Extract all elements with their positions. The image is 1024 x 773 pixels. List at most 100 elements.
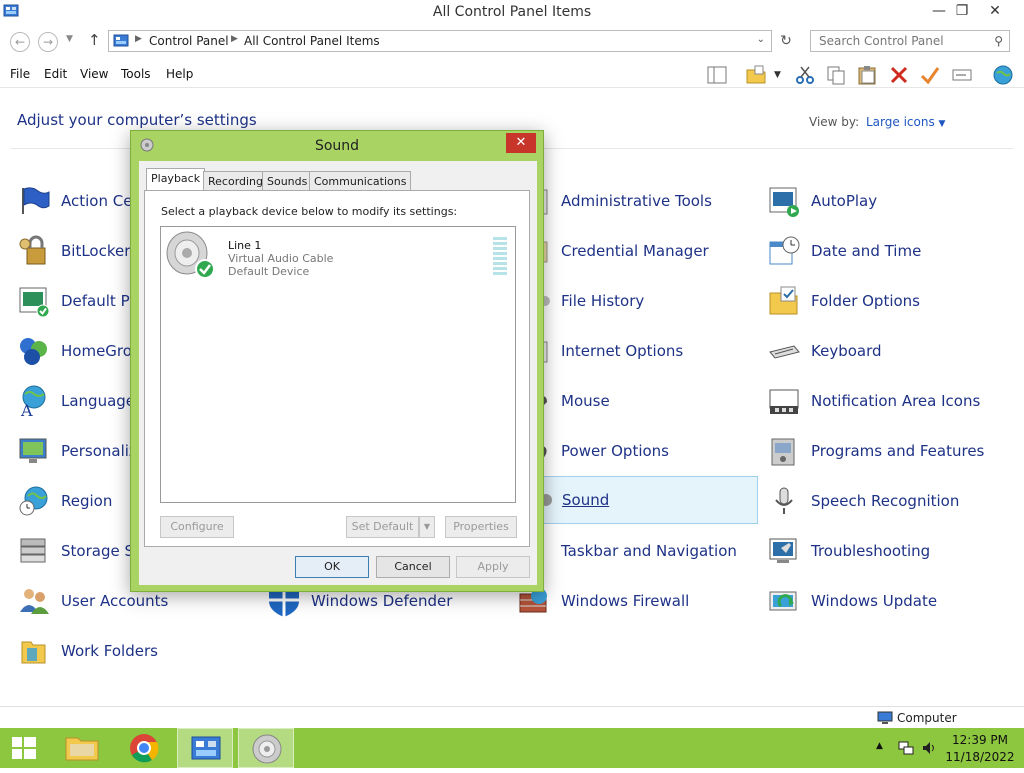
menu-help[interactable]: Help	[166, 67, 193, 81]
cp-item-label: Administrative Tools	[561, 192, 712, 210]
network-icon[interactable]	[898, 740, 914, 756]
properties-button[interactable]: Properties	[445, 516, 517, 538]
cp-item-date-time[interactable]: Date and Time	[767, 227, 1007, 275]
close-button[interactable]: ✕	[980, 0, 1010, 22]
cp-item-credential-manager[interactable]: Credential Manager	[517, 227, 757, 275]
cancel-button[interactable]: Cancel	[376, 556, 450, 578]
search-input[interactable]: Search Control Panel ⚲	[810, 30, 1010, 52]
microphone-icon	[775, 487, 793, 514]
cp-item-taskbar-navigation[interactable]: Taskbar and Navigation	[517, 527, 757, 575]
flag-icon	[22, 187, 50, 214]
cp-item-sound[interactable]: Sound	[517, 476, 758, 524]
cp-item-label: Credential Manager	[561, 242, 709, 260]
language-icon: A	[20, 385, 46, 418]
address-dropdown-icon[interactable]: ⌄	[757, 34, 765, 45]
cp-item-autoplay[interactable]: AutoPlay	[767, 177, 1007, 225]
rename-icon[interactable]	[951, 64, 973, 86]
refresh-button[interactable]: ↻	[775, 31, 797, 51]
cp-item-internet-options[interactable]: Internet Options	[517, 327, 757, 375]
tab-recording[interactable]: Recording	[203, 171, 269, 191]
cp-item-windows-update[interactable]: Windows Update	[767, 577, 1007, 625]
device-row[interactable]: Line 1 Virtual Audio Cable Default Devic…	[163, 229, 513, 281]
speaker-icon	[252, 734, 282, 764]
set-default-button[interactable]: Set Default	[346, 516, 419, 538]
dialog-title: Sound	[314, 138, 360, 154]
taskbar-control-panel[interactable]	[177, 728, 233, 768]
paste-icon[interactable]	[856, 64, 878, 86]
menu-tools[interactable]: Tools	[121, 67, 151, 81]
cp-item-administrative-tools[interactable]: Administrative Tools	[517, 177, 757, 225]
dropdown-chevron-icon[interactable]: ▼	[774, 70, 796, 92]
dialog-close-button[interactable]: ✕	[506, 133, 536, 153]
chevron-down-icon: ▼	[938, 119, 946, 129]
cp-item-programs-features[interactable]: Programs and Features	[767, 427, 1007, 475]
taskbar-file-explorer[interactable]	[54, 728, 110, 768]
cp-item-notification-area-icons[interactable]: Notification Area Icons	[767, 377, 1007, 425]
cp-item-folder-options[interactable]: Folder Options	[767, 277, 1007, 325]
device-name: Line 1	[228, 239, 262, 252]
folder-options-icon[interactable]	[745, 64, 767, 86]
volume-icon[interactable]	[921, 740, 937, 756]
cp-item-keyboard[interactable]: Keyboard	[767, 327, 1007, 375]
cp-item-troubleshooting[interactable]: Troubleshooting	[767, 527, 1007, 575]
configure-button[interactable]: Configure	[160, 516, 234, 538]
device-list[interactable]: Line 1 Virtual Audio Cable Default Devic…	[160, 226, 516, 503]
set-default-dropdown-icon[interactable]: ▼	[419, 516, 435, 538]
chrome-icon	[130, 734, 159, 763]
cp-item-label: Power Options	[561, 442, 669, 460]
start-button[interactable]	[0, 728, 48, 768]
forward-button[interactable]: →	[38, 32, 58, 52]
view-by-value: Large icons	[866, 115, 935, 129]
title-bar: All Control Panel Items — ❐ ✕	[0, 0, 1024, 24]
menu-view[interactable]: View	[80, 67, 108, 81]
cp-item-mouse[interactable]: Mouse	[517, 377, 757, 425]
control-panel-icon	[113, 34, 129, 47]
region-globe-icon	[19, 486, 48, 516]
taskbar-chrome[interactable]	[116, 728, 172, 768]
breadcrumb-all-items[interactable]: All Control Panel Items	[244, 34, 380, 48]
volume-meter	[493, 237, 507, 275]
tab-sounds[interactable]: Sounds	[262, 171, 313, 191]
recent-locations-chevron-icon[interactable]: ▼	[66, 34, 73, 44]
device-description: Virtual Audio Cable	[228, 252, 334, 265]
tab-communications[interactable]: Communications	[309, 171, 412, 191]
properties-check-icon[interactable]	[919, 64, 941, 86]
cp-item-windows-firewall[interactable]: Windows Firewall	[517, 577, 757, 625]
breadcrumb-control-panel[interactable]: Control Panel	[149, 34, 229, 48]
cut-icon[interactable]	[794, 64, 816, 86]
menu-file[interactable]: File	[10, 67, 30, 81]
taskbar-sound[interactable]	[238, 728, 294, 768]
control-panel-icon	[191, 736, 221, 760]
apply-button[interactable]: Apply	[456, 556, 530, 578]
breadcrumb-separator-icon: ▶	[135, 34, 142, 44]
back-button[interactable]: ←	[10, 32, 30, 52]
taskbar: ▲ 12:39 PM 11/18/2022	[0, 728, 1024, 768]
restore-button[interactable]: ❐	[947, 0, 977, 22]
cp-item-file-history[interactable]: File History	[517, 277, 757, 325]
delete-icon[interactable]	[888, 64, 910, 86]
search-icon[interactable]: ⚲	[994, 34, 1003, 48]
dialog-body: Playback Recording Sounds Communications…	[139, 161, 537, 585]
address-bar[interactable]: ▶ Control Panel ▶ All Control Panel Item…	[108, 30, 772, 52]
device-status: Default Device	[228, 265, 310, 278]
computer-icon	[877, 711, 893, 724]
cp-item-label: Programs and Features	[811, 442, 985, 460]
globe-icon[interactable]	[992, 64, 1014, 86]
layout-pane-icon[interactable]	[706, 64, 728, 86]
ok-button[interactable]: OK	[295, 556, 369, 578]
cp-item-label: File History	[561, 292, 645, 310]
menu-edit[interactable]: Edit	[44, 67, 67, 81]
cp-item-label: Storage S	[61, 542, 134, 560]
cp-item-work-folders[interactable]: Work Folders	[17, 627, 257, 675]
tab-playback[interactable]: Playback	[146, 168, 206, 192]
view-by-dropdown[interactable]: Large icons ▼	[866, 115, 945, 129]
clock-date[interactable]: 11/18/2022	[940, 750, 1020, 764]
show-hidden-icons-chevron-icon[interactable]: ▲	[876, 741, 883, 751]
clock-time[interactable]: 12:39 PM	[940, 733, 1020, 747]
copy-icon[interactable]	[825, 64, 847, 86]
cp-item-power-options[interactable]: Power Options	[517, 427, 757, 475]
up-button[interactable]: ↑	[88, 31, 101, 49]
cp-item-speech-recognition[interactable]: Speech Recognition	[767, 477, 1007, 525]
window-title: All Control Panel Items	[432, 4, 592, 20]
default-programs-icon	[19, 287, 50, 318]
